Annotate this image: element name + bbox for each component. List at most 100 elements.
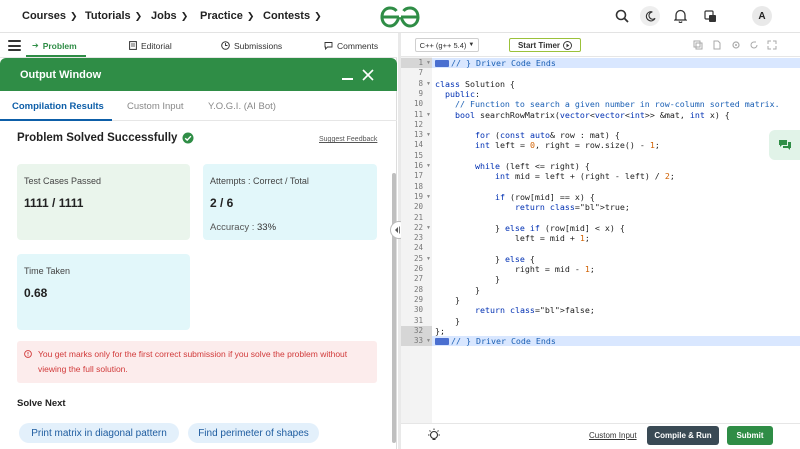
line-number: 14 <box>413 140 423 150</box>
code-line[interactable]: } <box>435 316 460 326</box>
code-line[interactable]: left = mid + 1; <box>435 233 590 243</box>
nav-contests[interactable]: Contests ❯ <box>263 8 322 24</box>
attempts-card: Attempts : Correct / Total 2 / 6 Accurac… <box>203 164 377 240</box>
code-editor[interactable]: // } Driver Code Ends class Solution { pu… <box>432 57 800 423</box>
translate-icon[interactable] <box>702 8 718 24</box>
nav-tutorials[interactable]: Tutorials ❯ <box>85 8 142 24</box>
nav-courses[interactable]: Courses ❯ <box>22 8 78 24</box>
copy-icon[interactable] <box>693 40 703 50</box>
code-line[interactable]: right = mid - 1; <box>435 264 595 274</box>
code-line[interactable]: class Solution { <box>435 79 515 89</box>
test-cases-label: Test Cases Passed <box>24 176 102 186</box>
tab-submissions[interactable]: Submissions <box>221 39 282 52</box>
settings-icon[interactable] <box>731 40 741 50</box>
code-line[interactable]: // Function to search a given number in … <box>435 99 780 109</box>
fullscreen-icon[interactable] <box>767 40 777 50</box>
problem-icon: ➔ <box>32 41 39 50</box>
tab-comments[interactable]: Comments <box>324 39 378 52</box>
tab-editorial[interactable]: Editorial <box>129 39 172 52</box>
code-line[interactable]: } <box>435 274 500 284</box>
line-number: 15 <box>413 150 423 160</box>
nav-courses-label: Courses <box>22 10 67 22</box>
code-line[interactable]: }; <box>435 326 445 336</box>
start-timer-button[interactable]: Start Timer <box>509 38 581 52</box>
fold-arrow-icon[interactable]: ▼ <box>426 254 431 264</box>
start-timer-label: Start Timer <box>517 40 561 50</box>
close-icon[interactable] <box>362 69 374 81</box>
line-number: 33 <box>413 336 423 346</box>
language-select-value: C++ (g++ 5.4) <box>419 40 467 50</box>
line-number: 7 <box>418 68 423 78</box>
fold-arrow-icon[interactable]: ▼ <box>426 110 431 120</box>
nav-jobs[interactable]: Jobs ❯ <box>151 8 188 24</box>
fold-arrow-icon[interactable]: ▼ <box>426 161 431 171</box>
code-line[interactable]: } else { <box>435 254 535 264</box>
fold-arrow-icon[interactable]: ▼ <box>426 130 431 140</box>
code-line[interactable]: int left = 0, right = row.size() - 1; <box>435 140 660 150</box>
line-number: 29 <box>413 294 423 304</box>
dark-mode-icon[interactable] <box>640 6 660 26</box>
tab-yogi-ai-bot[interactable]: Y.O.G.I. (AI Bot) <box>208 101 276 112</box>
line-number: 20 <box>413 202 423 212</box>
code-line[interactable]: public: <box>435 89 480 99</box>
chevron-down-icon: ❯ <box>70 11 78 21</box>
reset-icon[interactable] <box>749 40 759 50</box>
code-line[interactable]: } <box>435 285 480 295</box>
code-line[interactable]: return class="bl">true; <box>435 202 630 212</box>
suggest-feedback-link[interactable]: Suggest Feedback <box>319 136 377 143</box>
code-line[interactable]: return class="bl">false; <box>435 305 595 315</box>
line-number: 23 <box>413 233 423 243</box>
code-line[interactable]: // } Driver Code Ends <box>435 58 556 68</box>
code-line[interactable]: for (const auto& row : mat) { <box>435 130 620 140</box>
fold-arrow-icon[interactable]: ▼ <box>426 223 431 233</box>
code-line[interactable]: } else if (row[mid] < x) { <box>435 223 625 233</box>
code-line[interactable]: bool searchRowMatrix(vector<vector<int>>… <box>435 110 730 120</box>
line-number: 21 <box>413 212 423 222</box>
search-icon[interactable] <box>614 8 630 24</box>
language-select[interactable]: C++ (g++ 5.4) ▼ <box>415 38 479 52</box>
compile-run-button[interactable]: Compile & Run <box>647 426 719 445</box>
solve-next-chip[interactable]: Print matrix in diagonal pattern <box>19 423 179 443</box>
check-circle-icon <box>182 132 194 144</box>
solve-next-chip[interactable]: Find perimeter of shapes <box>188 423 319 443</box>
file-icon[interactable] <box>712 40 722 50</box>
code-line[interactable]: } <box>435 295 460 305</box>
minimize-icon[interactable] <box>342 78 353 80</box>
fold-arrow-icon[interactable]: ▼ <box>426 58 431 68</box>
comments-icon <box>324 42 333 50</box>
fold-badge-icon[interactable] <box>435 60 449 67</box>
nav-contests-label: Contests <box>263 10 311 22</box>
nav-practice[interactable]: Practice ❯ <box>200 8 254 24</box>
menu-icon[interactable] <box>8 40 21 51</box>
fold-arrow-icon[interactable]: ▼ <box>426 79 431 89</box>
code-line[interactable]: if (row[mid] == x) { <box>435 192 595 202</box>
submit-button[interactable]: Submit <box>727 426 773 445</box>
accuracy-value: 33% <box>257 222 277 233</box>
line-number: 19 <box>413 191 423 201</box>
code-line[interactable]: // } Driver Code Ends <box>435 336 556 346</box>
output-scrollbar[interactable] <box>392 173 396 443</box>
line-number: 31 <box>413 315 423 325</box>
tab-problem[interactable]: ➔ Problem <box>32 39 77 52</box>
fold-badge-icon[interactable] <box>435 338 449 346</box>
line-number: 32 <box>413 325 423 335</box>
output-window-title: Output Window <box>20 69 102 81</box>
custom-input-link[interactable]: Custom Input <box>589 431 637 440</box>
bell-icon[interactable] <box>672 8 688 24</box>
problem-tabs: ➔ Problem Editorial Submissions Comments <box>0 33 397 58</box>
chat-icon <box>778 140 791 150</box>
tab-submissions-label: Submissions <box>234 40 283 51</box>
tab-compilation-results[interactable]: Compilation Results <box>12 101 104 112</box>
fold-arrow-icon[interactable]: ▼ <box>426 336 431 346</box>
gfg-logo-icon[interactable] <box>380 6 420 28</box>
code-line[interactable]: int mid = left + (right - left) / 2; <box>435 171 675 181</box>
code-line[interactable]: while (left <= right) { <box>435 161 590 171</box>
tab-custom-input[interactable]: Custom Input <box>127 101 184 112</box>
chat-button[interactable] <box>769 130 800 160</box>
line-number: 25 <box>413 253 423 263</box>
accuracy: Accuracy : 33% <box>210 222 276 233</box>
fold-arrow-icon[interactable]: ▼ <box>426 192 431 202</box>
warning-text: You get marks only for the first correct… <box>38 349 348 374</box>
lightbulb-icon[interactable] <box>427 428 441 444</box>
avatar[interactable]: A <box>752 6 772 26</box>
